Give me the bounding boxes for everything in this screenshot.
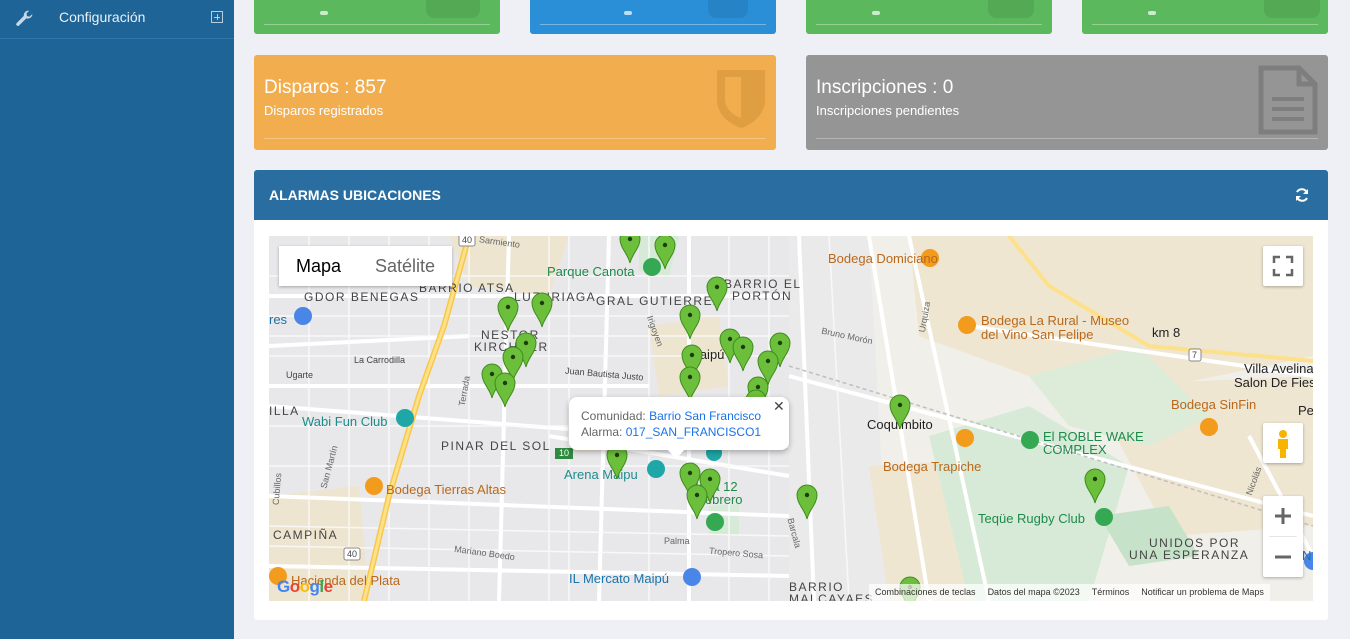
map-label: IL Mercato Maipú bbox=[569, 571, 669, 586]
map-label: LUZURIAGA bbox=[514, 290, 597, 304]
disparos-card[interactable]: Disparos : 857 Disparos registrados bbox=[254, 55, 776, 150]
map-type-satellite-button[interactable]: Satélite bbox=[358, 246, 452, 286]
fullscreen-icon bbox=[1272, 255, 1294, 277]
zoom-out-button[interactable] bbox=[1263, 537, 1303, 577]
alarm-marker[interactable] bbox=[889, 394, 911, 430]
stat-card-top-2 bbox=[530, 0, 776, 34]
alarm-marker[interactable] bbox=[732, 336, 754, 372]
map-label: km 8 bbox=[1152, 325, 1181, 340]
wrench-icon bbox=[16, 10, 33, 26]
map-label: Wabi Fun Club bbox=[302, 414, 388, 429]
alarm-marker[interactable] bbox=[1084, 468, 1106, 504]
map-label: ILLA bbox=[269, 404, 300, 418]
fullscreen-button[interactable] bbox=[1263, 246, 1303, 286]
map-label: Bodega Tierras Altas bbox=[386, 482, 506, 497]
map-label: GRAL GUTIERREZ bbox=[596, 294, 722, 308]
route-shield-label: 40 bbox=[462, 236, 473, 245]
route-shield-label: 10 bbox=[559, 448, 570, 458]
map-label: Bodega Trapiche bbox=[883, 459, 982, 474]
disparos-subtitle: Disparos registrados bbox=[264, 103, 384, 118]
map-label: res bbox=[269, 312, 288, 327]
sidebar-item-configuracion[interactable]: Configuración bbox=[0, 0, 234, 39]
marker-info-window: Comunidad: Barrio San Francisco Alarma: … bbox=[569, 397, 789, 459]
report-problem-link[interactable]: Notificar un problema de Maps bbox=[1141, 587, 1264, 598]
map-label: Parque Canota bbox=[547, 264, 635, 279]
stat-card-top-4 bbox=[1082, 0, 1328, 34]
map-label: GDOR BENEGAS bbox=[304, 290, 420, 304]
alarm-marker[interactable] bbox=[796, 484, 818, 520]
map-label: Ugarte bbox=[286, 370, 314, 380]
comunidad-value: Barrio San Francisco bbox=[649, 409, 762, 423]
map-type-control: Mapa Satélite bbox=[279, 246, 453, 286]
disparos-title: Disparos : 857 bbox=[264, 77, 387, 98]
map-label: Palma bbox=[664, 536, 690, 546]
alarma-value: 017_SAN_FRANCISCO1 bbox=[625, 425, 762, 439]
alarm-marker[interactable] bbox=[706, 276, 728, 312]
map-label: La Carrodilla bbox=[354, 355, 406, 365]
zoom-in-button[interactable] bbox=[1263, 496, 1303, 536]
alarm-marker[interactable] bbox=[679, 304, 701, 340]
map-label: Bodega La Rural - Museo bbox=[981, 313, 1130, 328]
refresh-icon[interactable] bbox=[1294, 187, 1310, 203]
google-logo: Google bbox=[277, 577, 333, 596]
map-label: PORTÓN bbox=[732, 289, 793, 303]
sidebar: Configuración bbox=[0, 0, 234, 639]
zoom-control bbox=[1263, 496, 1303, 577]
comunidad-label: Comunidad: bbox=[581, 409, 646, 423]
alarm-marker[interactable] bbox=[531, 292, 553, 328]
stat-card-top-1 bbox=[254, 0, 500, 34]
map-type-map-button[interactable]: Mapa bbox=[279, 246, 358, 286]
street-view-button[interactable] bbox=[1263, 423, 1303, 463]
map-label: Bodega Domiciano bbox=[828, 251, 938, 266]
map-label: COMPLEX bbox=[1043, 442, 1107, 457]
map-data-text: Datos del mapa ©2023 bbox=[987, 587, 1080, 597]
map-label: PINAR DEL SOL bbox=[441, 439, 551, 453]
stat-card-top-3 bbox=[806, 0, 1052, 34]
pegman-icon bbox=[1278, 430, 1288, 458]
map-label: Bodega SinFin bbox=[1171, 397, 1257, 412]
alarm-marker[interactable] bbox=[654, 236, 676, 270]
document-icon bbox=[1258, 65, 1318, 135]
alarma-label: Alarma: bbox=[581, 425, 623, 439]
map-label: del Vino San Felipe bbox=[981, 327, 1094, 342]
route-shield-label: 40 bbox=[347, 549, 358, 559]
keyboard-shortcuts-link[interactable]: Combinaciones de teclas bbox=[875, 587, 976, 598]
alarm-marker[interactable] bbox=[686, 484, 708, 520]
map-label: Villa Avelina bbox=[1244, 361, 1313, 376]
map-label: UNA ESPERANZA bbox=[1129, 548, 1250, 562]
inscripciones-card[interactable]: Inscripciones : 0 Inscripciones pendient… bbox=[806, 55, 1328, 150]
route-shield-label: 7 bbox=[1192, 350, 1198, 360]
shield-icon bbox=[717, 70, 765, 128]
map-label: N bbox=[1302, 548, 1312, 563]
alarm-marker[interactable] bbox=[619, 236, 641, 264]
panel-title: ALARMAS UBICACIONES bbox=[269, 187, 441, 203]
map[interactable]: BARRIO ATSA GDOR BENEGAS LUZURIAGA GRAL … bbox=[269, 236, 1313, 601]
map-label: CAMPIÑA bbox=[273, 528, 339, 542]
inscripciones-title: Inscripciones : 0 bbox=[816, 77, 954, 98]
map-label: Salon De Fiesta bbox=[1234, 375, 1313, 390]
panel-header: ALARMAS UBICACIONES bbox=[254, 170, 1328, 220]
inscripciones-subtitle: Inscripciones pendientes bbox=[816, 103, 960, 118]
terms-link[interactable]: Términos bbox=[1092, 587, 1130, 598]
map-label: Teqüe Rugby Club bbox=[978, 511, 1085, 526]
expand-icon[interactable] bbox=[211, 11, 223, 23]
alarm-marker[interactable] bbox=[497, 296, 519, 332]
map-label: MALCAYAES bbox=[789, 592, 875, 601]
alarm-marker[interactable] bbox=[494, 372, 516, 408]
close-icon[interactable]: ✕ bbox=[773, 398, 785, 415]
map-attribution: Combinaciones de teclas Datos del mapa ©… bbox=[869, 584, 1270, 601]
map-label: Pe bbox=[1298, 403, 1313, 418]
sidebar-item-label: Configuración bbox=[59, 9, 146, 25]
